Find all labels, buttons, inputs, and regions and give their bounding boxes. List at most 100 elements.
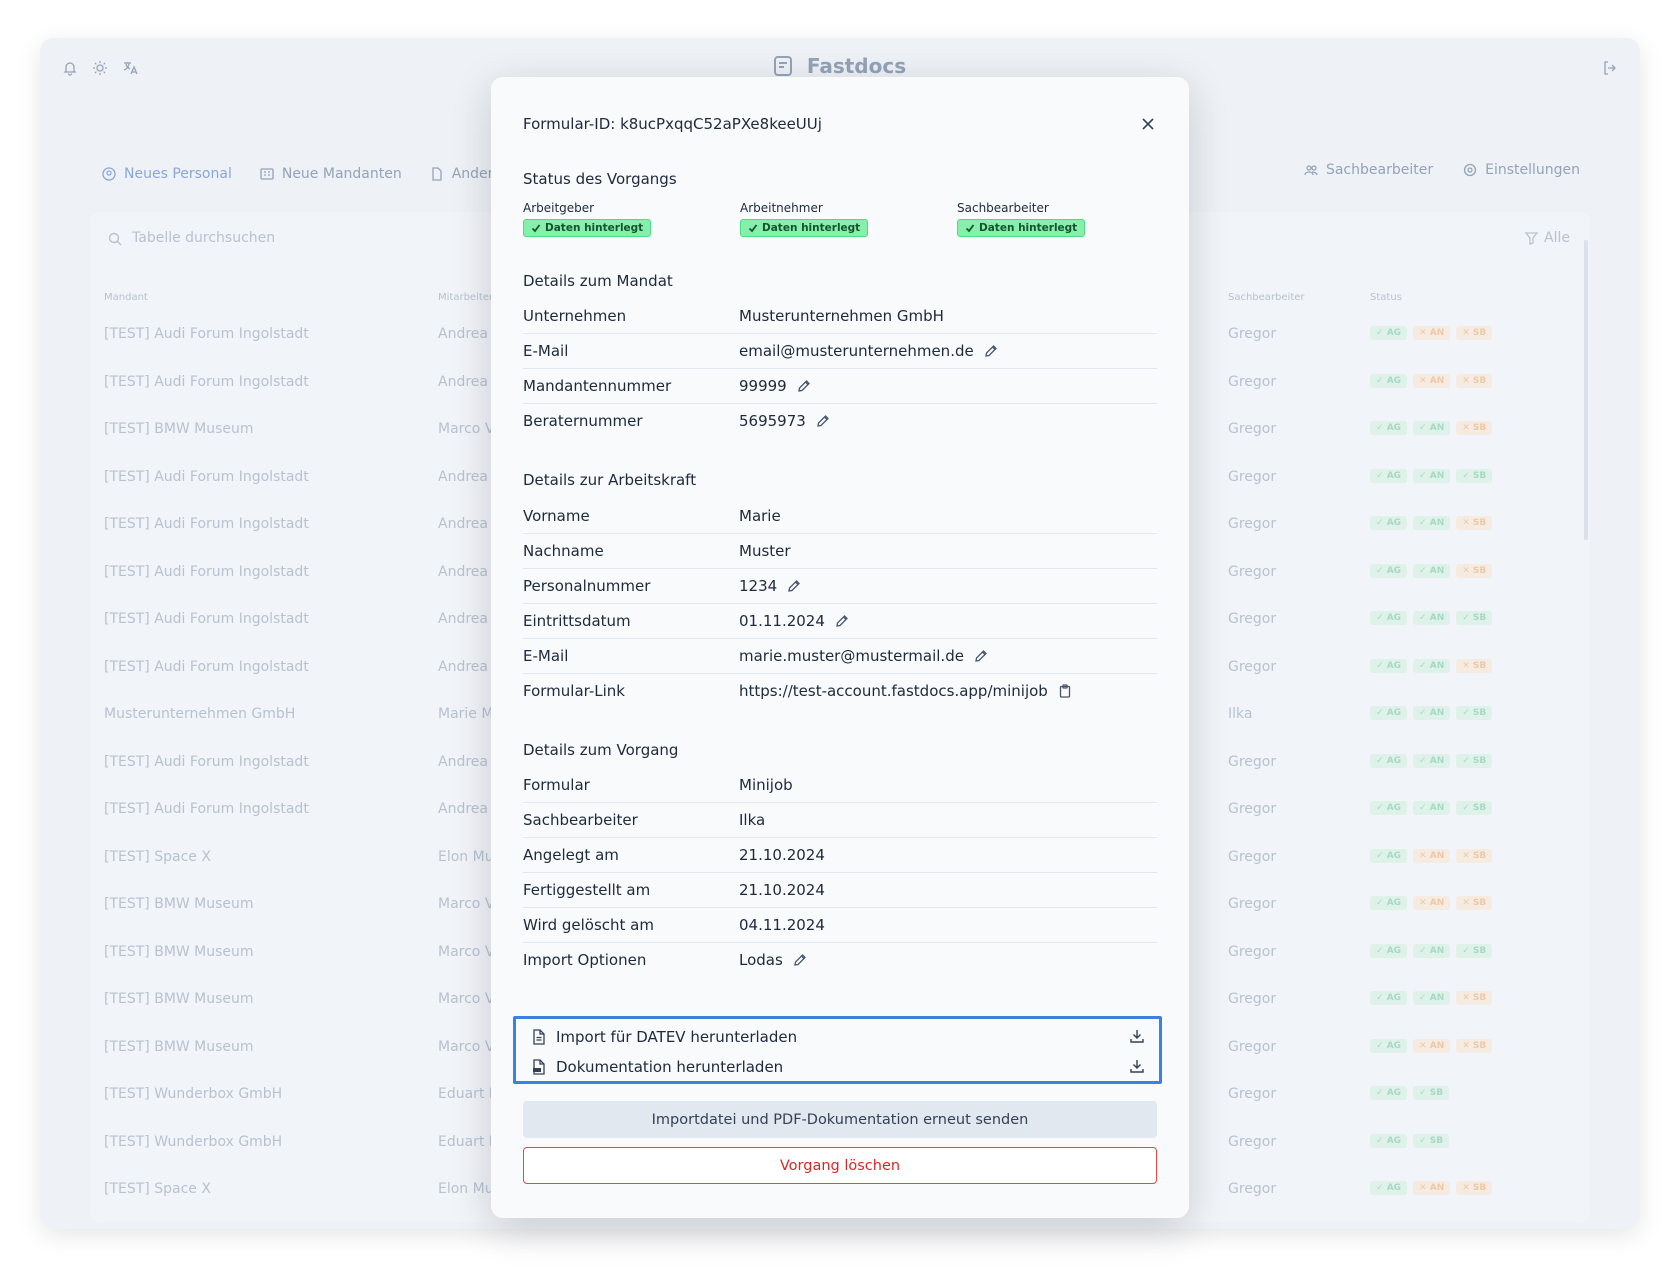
detail-label: Nachname xyxy=(523,542,604,560)
status-mini-badge: ✓ AG xyxy=(1370,706,1408,720)
check-icon: ✓ xyxy=(1376,945,1387,956)
logout-icon[interactable] xyxy=(1602,60,1618,76)
cell-mandant: Musterunternehmen GmbH xyxy=(104,706,296,722)
status-mini-badge: ✓ AG xyxy=(1370,658,1408,673)
pencil-icon[interactable] xyxy=(816,414,830,428)
download-icon[interactable] xyxy=(1129,1028,1145,1044)
building-icon xyxy=(260,168,274,180)
cell-sachbearbeiter: Gregor xyxy=(1228,1038,1277,1055)
badge-label: AN xyxy=(1429,375,1445,386)
tab-neues-personal[interactable]: Neues Personal xyxy=(102,162,232,186)
pencil-icon[interactable] xyxy=(793,953,807,967)
search-icon xyxy=(108,232,122,246)
check-icon: ✓ xyxy=(1462,470,1473,481)
badge-label: SB xyxy=(1472,898,1487,908)
detail-value-text: Marie xyxy=(739,507,781,525)
pencil-icon[interactable] xyxy=(797,379,811,393)
check-icon: ✓ xyxy=(1376,1135,1387,1146)
check-icon: ✓ xyxy=(1419,423,1430,433)
badge-label: SB xyxy=(1472,1183,1487,1193)
cell-status: ✓ AG ✓ AN ✕ SB xyxy=(1370,991,1493,1005)
tab-andere[interactable]: Ander xyxy=(430,162,493,186)
detail-label: Formular-Link xyxy=(523,682,625,700)
column-header[interactable]: Status xyxy=(1370,292,1402,303)
check-icon: ✓ xyxy=(1419,1088,1430,1098)
delete-button[interactable]: Vorgang löschen xyxy=(523,1147,1157,1184)
status-mini-badge: ✕ SB xyxy=(1456,991,1493,1005)
column-header[interactable]: Mandant xyxy=(104,292,148,303)
detail-row: Eintrittsdatum 01.11.2024 xyxy=(523,604,1157,639)
badge-label: SB xyxy=(1472,803,1487,813)
badge-label: SB xyxy=(1472,470,1487,481)
cell-mandant: [TEST] BMW Museum xyxy=(104,1038,254,1055)
resend-button[interactable]: Importdatei und PDF-Dokumentation erneut… xyxy=(523,1101,1157,1138)
filter-button[interactable]: Alle xyxy=(1525,230,1570,246)
cell-status: ✓ AG ✓ AN ✕ SB xyxy=(1370,421,1493,435)
cell-mandant: [TEST] Audi Forum Ingolstadt xyxy=(104,326,309,342)
detail-value: email@musterunternehmen.de xyxy=(739,342,998,360)
badge-label: AG xyxy=(1386,375,1402,386)
check-icon: ✓ xyxy=(1376,755,1387,766)
tab-sachbearbeiter[interactable]: Sachbearbeiter xyxy=(1304,162,1433,178)
badge-label: SB xyxy=(1429,1135,1444,1146)
clipboard-icon[interactable] xyxy=(1058,684,1072,698)
status-badge-text: Daten hinterlegt xyxy=(762,222,861,234)
cell-mandant: [TEST] Wunderbox GmbH xyxy=(104,1133,283,1150)
status-label: Arbeitgeber xyxy=(523,201,595,215)
download-icon[interactable] xyxy=(1129,1058,1145,1074)
badge-label: AG xyxy=(1386,1135,1402,1146)
cell-sachbearbeiter: Gregor xyxy=(1228,611,1277,627)
detail-label: Unternehmen xyxy=(523,307,627,325)
pencil-icon[interactable] xyxy=(835,614,849,628)
scrollbar[interactable] xyxy=(1584,240,1588,540)
pencil-icon[interactable] xyxy=(787,579,801,593)
cell-mandant: [TEST] Audi Forum Ingolstadt xyxy=(104,516,309,532)
cell-mitarbeiter: Eduart F xyxy=(438,1086,497,1102)
tab-einstellungen[interactable]: Einstellungen xyxy=(1463,162,1580,178)
close-icon[interactable] xyxy=(1139,115,1157,133)
status-mini-badge: ✕ SB xyxy=(1456,848,1493,863)
status-mini-badge: ✓ SB xyxy=(1413,1133,1450,1148)
cell-mitarbeiter: Andrea xyxy=(438,801,488,817)
cell-mandant: [TEST] BMW Museum xyxy=(104,991,254,1007)
status-mini-badge: ✓ AG xyxy=(1370,848,1408,863)
status-mini-badge: ✓ AG xyxy=(1370,468,1408,483)
badge-label: SB xyxy=(1472,423,1487,433)
main-tabs: Neues Personal Neue Mandanten Ander xyxy=(102,162,493,186)
column-header[interactable]: Mitarbeiter xyxy=(438,292,493,303)
status-mini-badge: ✕ SB xyxy=(1456,516,1493,530)
badge-label: AG xyxy=(1386,470,1402,481)
cross-icon: ✕ xyxy=(1419,1183,1430,1193)
status-badge: Daten hinterlegt xyxy=(957,219,1086,237)
badge-label: SB xyxy=(1472,1040,1487,1051)
tab-neue-mandanten[interactable]: Neue Mandanten xyxy=(260,162,402,186)
badge-label: AG xyxy=(1386,328,1402,338)
cell-mandant: [TEST] Audi Forum Ingolstadt xyxy=(104,468,309,485)
detail-row: E-Mail marie.muster@mustermail.de xyxy=(523,639,1157,674)
check-icon: ✓ xyxy=(1376,565,1387,576)
status-mini-badge: ✓ AG xyxy=(1370,421,1408,435)
status-mini-badge: ✕ SB xyxy=(1456,896,1493,910)
column-header[interactable]: Sachbearbeiter xyxy=(1228,292,1305,303)
cell-status: ✓ AG ✓ AN ✓ SB xyxy=(1370,943,1493,958)
status-badge: Daten hinterlegt xyxy=(740,219,869,237)
pencil-icon[interactable] xyxy=(984,344,998,358)
cell-sachbearbeiter: Gregor xyxy=(1228,516,1277,532)
download-datev-import[interactable]: Import für DATEV herunterladen xyxy=(532,1025,1145,1049)
detail-row: Personalnummer 1234 xyxy=(523,569,1157,604)
cell-status: ✓ AG ✓ AN ✕ SB xyxy=(1370,658,1493,673)
badge-label: AN xyxy=(1429,518,1445,528)
search-input[interactable]: Tabelle durchsuchen xyxy=(132,230,275,246)
detail-value: 21.10.2024 xyxy=(739,846,825,864)
cell-mitarbeiter: Andrea xyxy=(438,563,488,580)
detail-value: 01.11.2024 xyxy=(739,612,849,630)
badge-label: AN xyxy=(1429,470,1445,481)
tab-label: Neue Mandanten xyxy=(281,166,402,182)
status-mini-badge: ✓ SB xyxy=(1413,1086,1450,1100)
cell-status: ✓ AG ✓ SB xyxy=(1370,1086,1450,1100)
pencil-icon[interactable] xyxy=(974,649,988,663)
download-dokumentation[interactable]: Dokumentation herunterladen xyxy=(532,1055,1145,1079)
badge-label: AN xyxy=(1429,850,1445,861)
detail-value-text: Musterunternehmen GmbH xyxy=(739,307,944,325)
cross-icon: ✕ xyxy=(1462,898,1473,908)
